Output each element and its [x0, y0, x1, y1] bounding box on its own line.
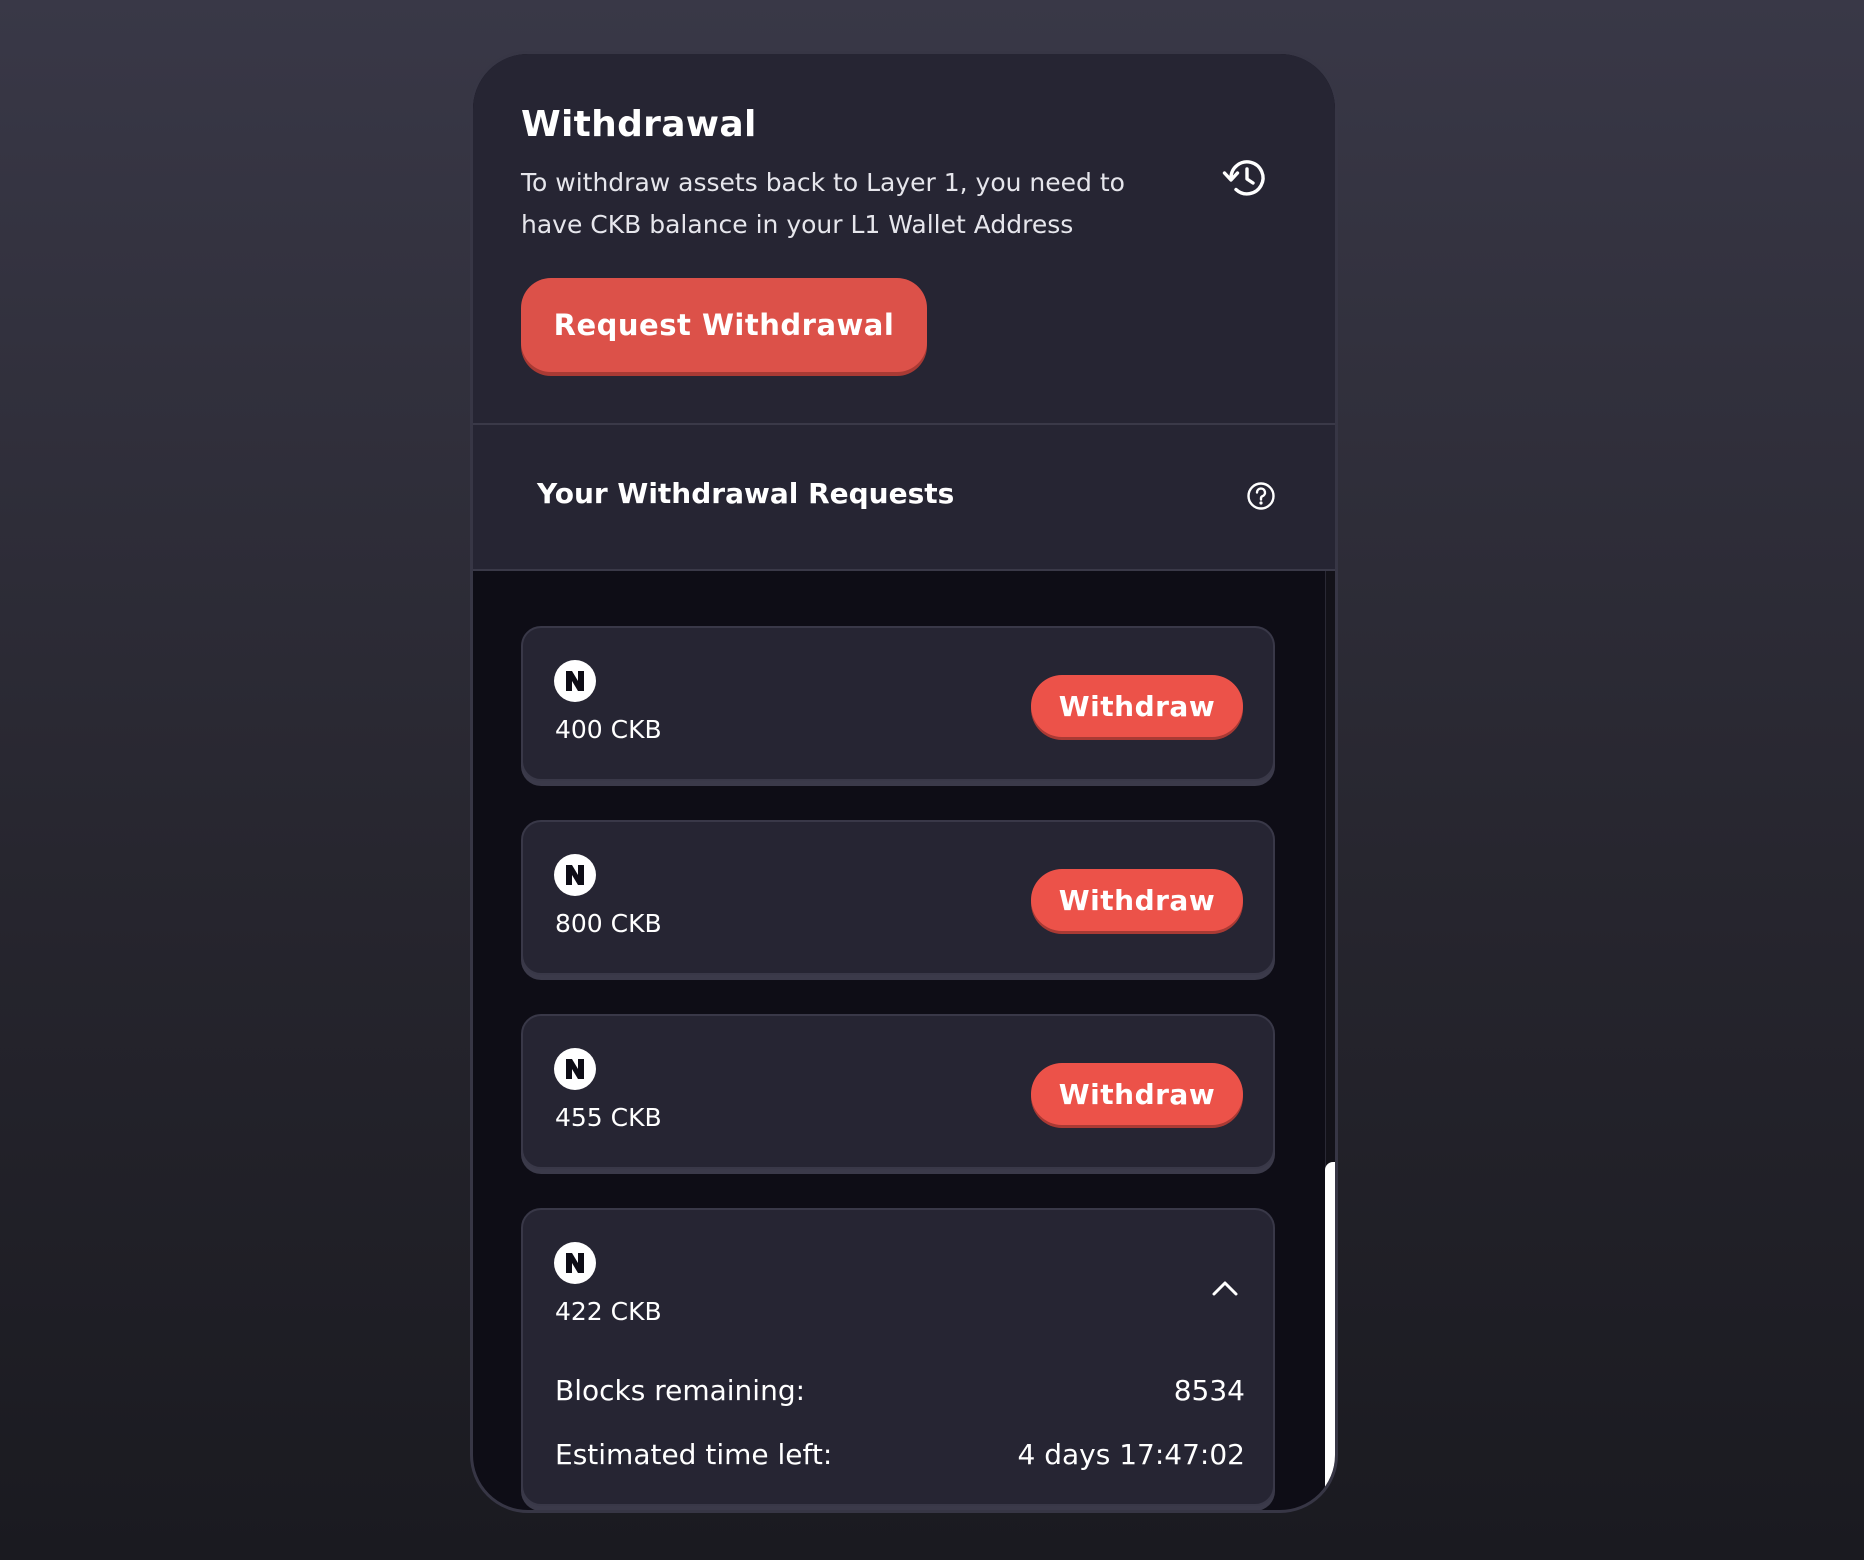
withdraw-button[interactable]: Withdraw: [1031, 869, 1243, 931]
withdraw-button[interactable]: Withdraw: [1031, 675, 1243, 737]
ckb-token-icon: [554, 1048, 596, 1090]
withdrawal-request-item: 400 CKB Withdraw: [521, 626, 1275, 781]
ckb-token-icon: [554, 854, 596, 896]
request-amount: 422 CKB: [555, 1297, 662, 1326]
withdrawal-card: Withdrawal To withdraw assets back to La…: [470, 51, 1338, 1513]
request-amount: 455 CKB: [555, 1103, 662, 1132]
requests-header: Your Withdrawal Requests: [473, 425, 1335, 571]
scrollbar-thumb[interactable]: [1325, 1162, 1335, 1510]
request-amount: 800 CKB: [555, 909, 662, 938]
blocks-remaining-value: 8534: [1173, 1374, 1245, 1407]
chevron-up-icon[interactable]: [1209, 1276, 1241, 1300]
withdrawal-request-item: 455 CKB Withdraw: [521, 1014, 1275, 1169]
request-amount: 400 CKB: [555, 715, 662, 744]
requests-title: Your Withdrawal Requests: [537, 477, 955, 510]
withdrawal-request-list[interactable]: 400 CKB Withdraw 800 CKB Withdraw 455 CK…: [473, 571, 1335, 1510]
estimated-time-label: Estimated time left:: [555, 1438, 833, 1471]
estimated-time-value: 4 days 17:47:02: [1017, 1438, 1245, 1471]
page-title: Withdrawal: [521, 104, 757, 145]
question-circle-icon[interactable]: [1246, 481, 1276, 511]
withdrawal-description: To withdraw assets back to Layer 1, you …: [521, 168, 1125, 239]
history-icon[interactable]: [1221, 154, 1269, 202]
blocks-remaining-label: Blocks remaining:: [555, 1374, 806, 1407]
ckb-token-icon: [554, 1242, 596, 1284]
withdrawal-request-item-expanded: 422 CKB Blocks remaining: 8534 Estimated…: [521, 1208, 1275, 1506]
withdraw-button[interactable]: Withdraw: [1031, 1063, 1243, 1125]
withdrawal-request-item: 800 CKB Withdraw: [521, 820, 1275, 975]
request-withdrawal-button[interactable]: Request Withdrawal: [521, 278, 927, 372]
ckb-token-icon: [554, 660, 596, 702]
withdrawal-header: Withdrawal To withdraw assets back to La…: [473, 54, 1335, 425]
